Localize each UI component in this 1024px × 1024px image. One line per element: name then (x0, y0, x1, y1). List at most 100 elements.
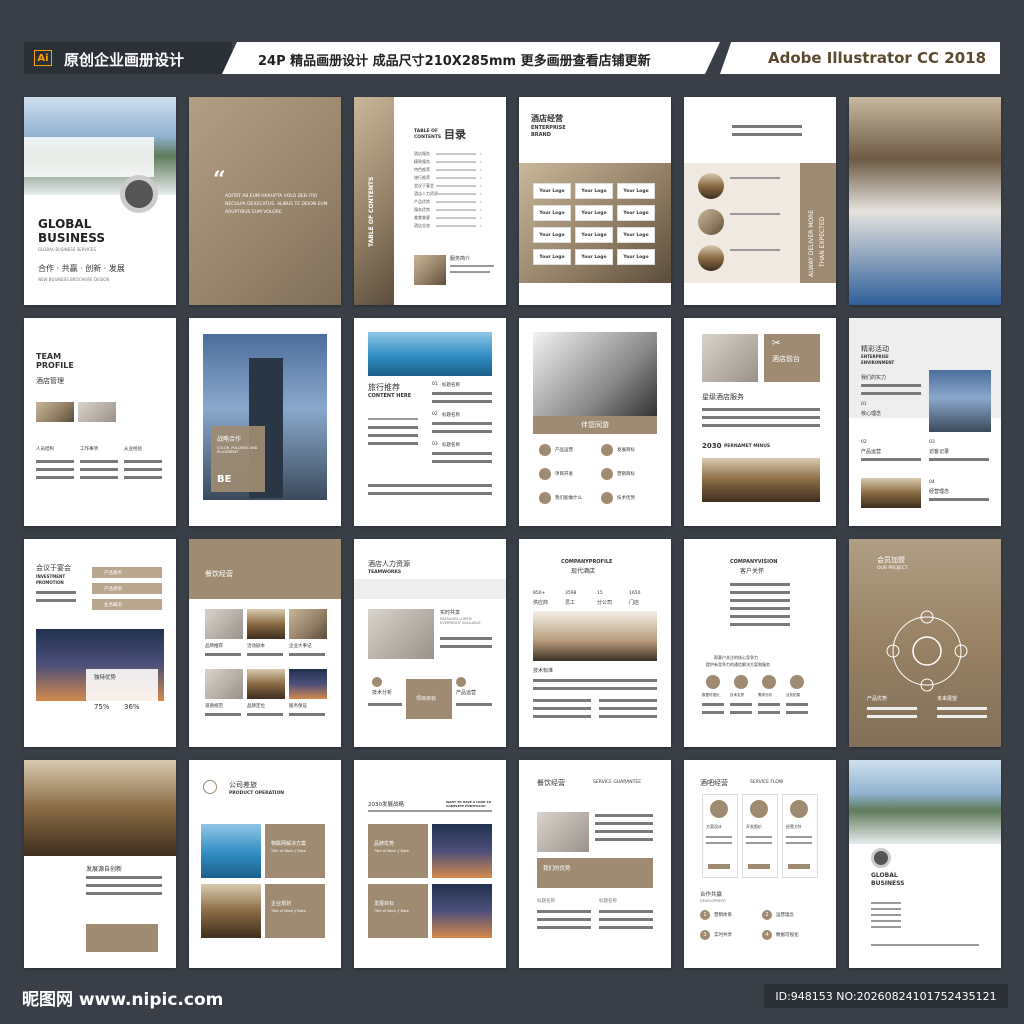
modern-stat-label: 分公司 (597, 600, 613, 606)
meeting-tab (92, 583, 162, 594)
activity-n3: 03 (929, 440, 935, 445)
text-line (871, 944, 979, 946)
modern-tag: 技术标准 (533, 668, 554, 674)
text-line (86, 892, 162, 895)
text-line (456, 703, 492, 706)
operation-icon (203, 780, 217, 794)
catering-photo (289, 609, 327, 639)
meeting-tab-label: 产品服务 (104, 571, 122, 576)
team-en-1: TEAM (36, 352, 62, 361)
text-line (368, 810, 492, 812)
text-line (871, 926, 901, 928)
toc-page-number: › (480, 191, 482, 196)
drive-item-label: 产品运营 (555, 448, 573, 453)
bar-item-number: 2 (762, 910, 772, 920)
text-line (289, 653, 325, 656)
activity-photo-2 (861, 478, 921, 508)
catering-label: 品牌定位 (247, 704, 265, 709)
toc-leader (436, 185, 476, 187)
toc-page-number: › (480, 151, 482, 156)
text-line (595, 822, 653, 825)
page-strategy: 2030发展战略 WANT TO HAVE A LOOK TO COMPLETE… (354, 760, 506, 968)
member-l2: 未来展望 (937, 696, 958, 702)
meeting-tab-label: 产品规划 (104, 587, 122, 592)
text-line (595, 830, 653, 833)
service-title: 餐饮经营 (537, 779, 565, 787)
meeting-box-title: 独特优势 (94, 675, 117, 681)
travel-lab-2: 标题名称 (442, 413, 460, 418)
drive-photo (533, 332, 657, 422)
strategy-b2s: Title of Work // Date (374, 909, 409, 913)
catering-photo (247, 669, 285, 699)
text-line (702, 408, 820, 411)
operation-b1s: Title of Work // Date (271, 849, 306, 853)
strategy-en: WANT TO HAVE A LOOK TO COMPLETE PORTFOLI… (446, 800, 492, 808)
text-line (36, 468, 74, 471)
bar-item-label: 运营理念 (776, 913, 794, 918)
meeting-en-1: INVESTMENT (36, 574, 66, 579)
drive-item-icon (601, 444, 613, 456)
text-line (440, 637, 492, 640)
site-logo[interactable]: 昵图网 www.nipic.com (22, 985, 223, 1010)
text-line (702, 424, 820, 427)
hr-side-en: PASSAGES LOREM EVERYBODY AVAILABLE (440, 617, 481, 625)
text-line (929, 498, 989, 501)
meeting-p1: 75% (94, 703, 110, 711)
banner-software: Adobe Illustrator CC 2018 (768, 49, 987, 67)
modern-title: 现代酒店 (571, 568, 596, 575)
drive-item-label: 我们能做什么 (555, 496, 582, 501)
text-line (247, 713, 283, 716)
team-title: 酒店管理 (36, 377, 64, 385)
text-line (929, 458, 989, 461)
operation-b2: 企业规划 (271, 901, 292, 907)
page-bar: 酒吧经营 SERVICE FLOW 方案设计 开发报价 经营方针 合作共赢 DEVE… (684, 760, 836, 968)
hr-icon (456, 677, 466, 687)
meeting-tab-label: 业务概况 (104, 603, 122, 608)
page-lobby: 发展源自创新 (24, 760, 176, 968)
member-ring (892, 616, 962, 686)
page-meeting: 会议于宴会 INVESTMENT PROMOTION 产品服务 产品规划 业务概况 … (24, 539, 176, 747)
toc-page-number: › (480, 207, 482, 212)
star-year: 2030 (702, 442, 722, 450)
cover-title-2: BUSINESS (38, 231, 105, 245)
text-line (599, 707, 657, 710)
member-l1: 产品优势 (867, 696, 888, 702)
drive-item-label: 营销目标 (617, 472, 635, 477)
drive-item-label: 项目开发 (555, 472, 573, 477)
text-line (533, 715, 591, 718)
bar-card-label: 方案设计 (706, 824, 722, 829)
text-line (937, 707, 987, 710)
bar-item-number: 3 (700, 930, 710, 940)
cover-logo-icon (120, 175, 158, 213)
hr-icon (372, 677, 382, 687)
bar-card-icon (790, 800, 808, 818)
text-line (368, 418, 418, 420)
vision-icon (762, 675, 776, 689)
catering-photo (205, 669, 243, 699)
hr-title: 酒店人力资源 (368, 560, 410, 568)
text-line (732, 125, 802, 128)
toc-leader (436, 225, 476, 227)
operation-en: PRODUCT OPERATION (229, 791, 285, 796)
text-line (730, 607, 790, 610)
text-line (871, 908, 901, 910)
text-line (86, 876, 162, 879)
page-service: 餐饮经营 SERVICE GUARANTEE 我们的优势 标题名称 标题名称 (519, 760, 671, 968)
catering-label: 服务保证 (289, 704, 307, 709)
text-line (599, 910, 653, 913)
catering-photo (205, 609, 243, 639)
hr-f2: 项目目标 (416, 696, 437, 702)
bar-sub-en: DEVELOPMENT (700, 899, 727, 903)
toc-vertical: TABLE OF CONTENTS (368, 176, 375, 247)
toc-leader (436, 153, 476, 155)
text-line (599, 918, 653, 921)
text-line (595, 814, 653, 817)
brand-en-1: ENTERPRISE (531, 125, 566, 131)
cover-title-1: GLOBAL (38, 217, 92, 231)
text-line (730, 213, 780, 215)
team-col-2: 工作事项 (80, 447, 98, 452)
vision-icon (790, 675, 804, 689)
operation-b1: 物联网解决方案 (271, 841, 307, 847)
page-vision: COMPANYVISION 客户关怀 帮客户关注的核心竞争力 提供有竞争力的通信… (684, 539, 836, 747)
text-line (533, 699, 591, 702)
